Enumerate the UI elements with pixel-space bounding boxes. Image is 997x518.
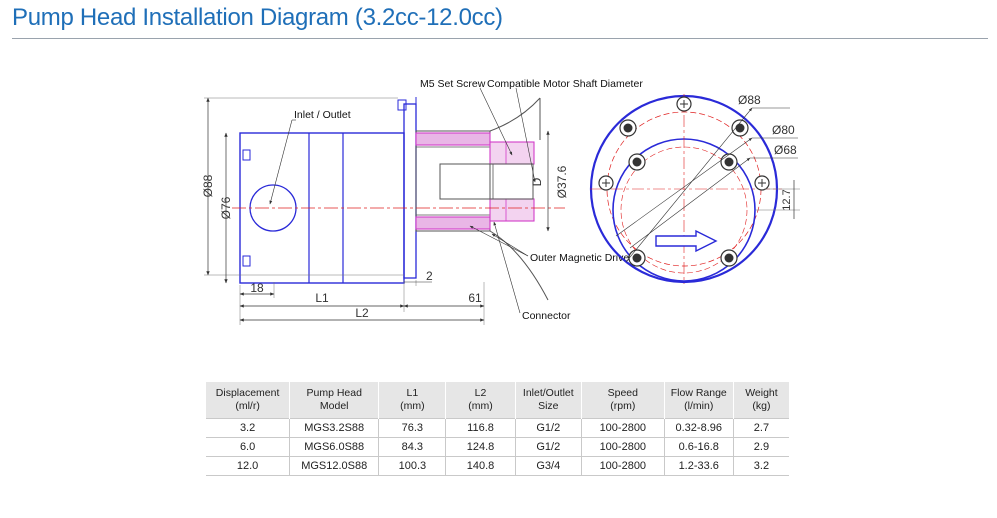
table-cell: 76.3	[378, 418, 446, 438]
inner-magnet-top	[415, 132, 491, 146]
col-model: Pump Head Model	[289, 382, 379, 419]
bolt-lower-right	[720, 249, 738, 267]
label-connector: Connector	[522, 310, 571, 322]
label-inlet-outlet: Inlet / Outlet	[294, 109, 351, 121]
table-row: 3.2 MGS3.2S88 76.3 116.8 G1/2 100-2800 0…	[206, 418, 789, 438]
col-l2: L2 (mm)	[445, 382, 516, 419]
dim-d68-front: Ø68	[774, 143, 797, 157]
dim-d80-front: Ø80	[772, 123, 795, 137]
table-cell: MGS6.0S88	[289, 437, 379, 457]
table-cell: 1.2-33.6	[663, 456, 734, 476]
table-row: 12.0 MGS12.0S88 100.3 140.8 G3/4 100-280…	[206, 456, 789, 476]
dim-61: 61	[468, 291, 482, 305]
col-l1: L1 (mm)	[378, 382, 446, 419]
dim-l1: L1	[315, 291, 329, 305]
col-weight: Weight (kg)	[732, 382, 789, 419]
table-cell: 100-2800	[581, 456, 665, 476]
label-m5-set-screw: M5 Set Screw	[420, 78, 486, 90]
dim-l2: L2	[355, 306, 369, 320]
table-cell: 140.8	[445, 456, 516, 476]
inner-magnet-bottom	[415, 216, 491, 230]
table-cell: 6.0	[206, 437, 290, 457]
table-cell: MGS12.0S88	[289, 456, 379, 476]
table-cell: 3.2	[206, 418, 290, 438]
table-cell: 0.32-8.96	[663, 418, 734, 438]
spec-table: Displacement (ml/r) Pump Head Model L1 (mm)…	[206, 382, 789, 476]
table-cell: 3.2	[732, 456, 789, 476]
screw-top	[676, 96, 692, 112]
table-cell: 124.8	[445, 437, 516, 457]
table-cell: 100-2800	[581, 437, 665, 457]
table-cell: 2.7	[732, 418, 789, 438]
table-cell: 116.8	[445, 418, 516, 438]
table-cell: G1/2	[514, 437, 582, 457]
bolt-upper-left	[619, 119, 637, 137]
screw-right	[754, 175, 770, 191]
label-outer-drive: Outer Magnetic Drive	[530, 252, 629, 264]
table-cell: 100.3	[378, 456, 446, 476]
table-cell: 0.6-16.8	[663, 437, 734, 457]
table-cell: G3/4	[514, 456, 582, 476]
col-speed: Speed (rpm)	[581, 382, 665, 419]
table-cell: 100-2800	[581, 418, 665, 438]
table-cell: G1/2	[514, 418, 582, 438]
table-cell: MGS3.2S88	[289, 418, 379, 438]
table-cell: 12.0	[206, 456, 290, 476]
mounting-flange	[403, 103, 417, 279]
table-row: 6.0 MGS6.0S88 84.3 124.8 G1/2 100-2800 0…	[206, 437, 789, 457]
motor-shaft	[439, 163, 534, 200]
dim-d88-front: Ø88	[738, 93, 761, 107]
bolt-lower-left	[628, 249, 646, 267]
col-flow: Flow Range (l/min)	[663, 382, 734, 419]
dim-d88-side: Ø88	[201, 174, 215, 197]
screw-left	[598, 175, 614, 191]
dim-18: 18	[250, 281, 264, 295]
col-displacement: Displacement (ml/r)	[206, 382, 290, 419]
table-header-row: Displacement (ml/r) Pump Head Model L1 (mm)…	[206, 382, 789, 419]
dim-12-7: 12.7	[781, 189, 793, 210]
bolt-mid-left	[628, 153, 646, 171]
dim-d76-side: Ø76	[219, 196, 233, 219]
side-view: Ø88 Ø76 Ø37.6 D 18 L1 61 L2 2 Inlet / Ou…	[201, 78, 643, 325]
dim-shaft-d: D	[530, 177, 544, 186]
dim-d37-6: Ø37.6	[555, 165, 569, 198]
installation-drawing: Ø88 Ø76 Ø37.6 D 18 L1 61 L2 2 Inlet / Ou…	[201, 78, 800, 325]
connector-bottom	[489, 198, 535, 222]
col-size: Inlet/Outlet Size	[514, 382, 582, 419]
dim-2: 2	[426, 269, 433, 283]
bolt-mid-right	[720, 153, 738, 171]
label-motor-shaft: Compatible Motor Shaft Diameter	[487, 78, 643, 90]
table-cell: 84.3	[378, 437, 446, 457]
flow-direction-arrow-icon	[655, 229, 718, 253]
table-cell: 2.9	[732, 437, 789, 457]
